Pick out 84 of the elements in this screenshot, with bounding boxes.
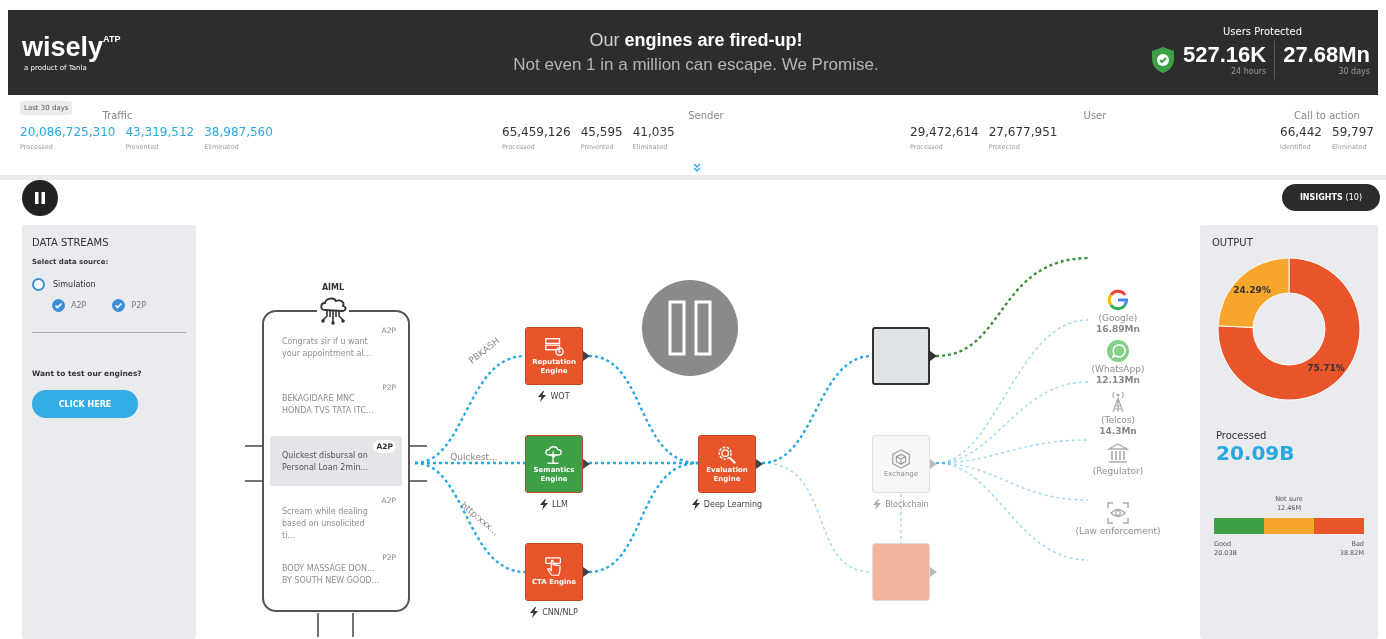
model-label: Deep Learning bbox=[703, 500, 763, 509]
option-label: P2P bbox=[131, 301, 147, 310]
port-arrow bbox=[930, 351, 937, 361]
stat-value: 29,472,614 bbox=[910, 125, 979, 139]
group-title: User bbox=[1083, 110, 1107, 121]
double-chevron-down-icon bbox=[692, 163, 702, 173]
model-label: CNN/NLP bbox=[542, 608, 578, 617]
channel-count: 12.13Mn bbox=[1096, 375, 1140, 385]
option-label: A2P bbox=[71, 301, 87, 310]
group-title: Sender bbox=[688, 110, 724, 121]
stat-value: 43,319,512 bbox=[125, 125, 195, 139]
port-arrow bbox=[930, 459, 937, 469]
tree-icon bbox=[543, 443, 565, 466]
logo: wisely$^{ATP}$ bbox=[22, 33, 121, 61]
protected-count: 27.68Mn bbox=[1283, 44, 1370, 66]
channel-label: (Regulator) bbox=[1092, 466, 1144, 476]
pause-button[interactable] bbox=[22, 180, 58, 216]
port-arrow bbox=[583, 459, 590, 469]
connector-stub bbox=[244, 480, 263, 482]
stat-value: 41,035 bbox=[632, 125, 675, 139]
bolt-icon bbox=[538, 391, 547, 402]
eye-scan-icon bbox=[1106, 501, 1130, 525]
click-here-button[interactable]: CLICK HERE bbox=[32, 390, 138, 418]
cube-network-icon bbox=[890, 448, 912, 471]
checkmark-icon bbox=[54, 301, 63, 310]
port-arrow bbox=[583, 567, 590, 577]
period-label: 24 hours bbox=[1230, 67, 1267, 76]
port-arrow bbox=[930, 567, 937, 577]
protected-title: Users Protected bbox=[1222, 26, 1302, 37]
model-label: LLM bbox=[552, 500, 568, 509]
bolt-icon bbox=[540, 499, 549, 510]
pause-icon bbox=[668, 300, 712, 356]
port-arrow bbox=[756, 459, 763, 469]
connector-stub bbox=[317, 612, 319, 638]
radio-button[interactable] bbox=[32, 278, 45, 291]
engine-node[interactable] bbox=[872, 327, 930, 385]
checkmark-icon bbox=[114, 301, 124, 310]
pause-icon bbox=[35, 192, 45, 204]
group-title: Traffic bbox=[102, 110, 133, 121]
connector-stub bbox=[352, 612, 354, 638]
stat-value: 59,797 bbox=[1332, 125, 1374, 139]
port-arrow bbox=[583, 351, 590, 361]
bank-icon bbox=[1106, 441, 1130, 465]
channel-label: (Law enforcement) bbox=[1075, 526, 1161, 536]
model-label: Blockchain bbox=[885, 500, 929, 509]
protected-count: 527.16K bbox=[1183, 44, 1267, 66]
shield-check-icon bbox=[1151, 46, 1175, 74]
option-label: Simulation bbox=[53, 280, 96, 289]
stat-value: 27,677,951 bbox=[988, 125, 1058, 139]
connector-stub bbox=[244, 445, 263, 447]
processed-value: 20.09B bbox=[1216, 441, 1296, 465]
insights-button[interactable]: INSIGHTS (10) bbox=[1281, 184, 1380, 211]
bolt-icon bbox=[691, 499, 700, 510]
channel-label: (Telcos) bbox=[1100, 415, 1136, 425]
subline: Not even 1 in a million can escape. We Promise. bbox=[513, 55, 879, 75]
channel-label: (Google) bbox=[1098, 313, 1138, 323]
panel-title: DATA STREAMS bbox=[32, 237, 110, 248]
channel-count: 16.89Mn bbox=[1096, 324, 1140, 334]
checkbox[interactable] bbox=[52, 299, 65, 312]
group-title: Call to action bbox=[1294, 110, 1360, 121]
aiml-label: AIML bbox=[320, 283, 346, 292]
stat-value: 20,086,725,310 bbox=[20, 125, 116, 139]
channel-label: (WhatsApp) bbox=[1091, 364, 1145, 374]
headline: Our engines are fired-up! bbox=[588, 30, 804, 51]
connector-stub bbox=[409, 480, 428, 482]
slice-label: 24.29% bbox=[1233, 285, 1271, 296]
period-label: 30 days bbox=[1338, 67, 1370, 76]
server-gear-icon bbox=[543, 335, 565, 358]
bolt-icon bbox=[530, 607, 539, 618]
slice-label: 75.71% bbox=[1307, 362, 1345, 373]
edge-label: Quickest... bbox=[450, 452, 498, 462]
channel-count: 14.3Mn bbox=[1099, 426, 1137, 436]
connector-stub bbox=[409, 445, 428, 447]
stat-value: 66,442 bbox=[1280, 125, 1322, 139]
bolt-icon bbox=[873, 499, 882, 510]
stat-value: 38,987,560 bbox=[204, 125, 273, 139]
panel-title: OUTPUT bbox=[1212, 237, 1254, 248]
processed-label: Processed bbox=[1216, 430, 1268, 441]
checkbox[interactable] bbox=[112, 299, 126, 312]
stat-value: 45,595 bbox=[580, 125, 623, 139]
chat-bubble-icon bbox=[1106, 339, 1130, 363]
model-label: WOT bbox=[550, 392, 570, 401]
stat-value: 65,459,126 bbox=[502, 125, 571, 139]
google-icon bbox=[1106, 288, 1130, 312]
